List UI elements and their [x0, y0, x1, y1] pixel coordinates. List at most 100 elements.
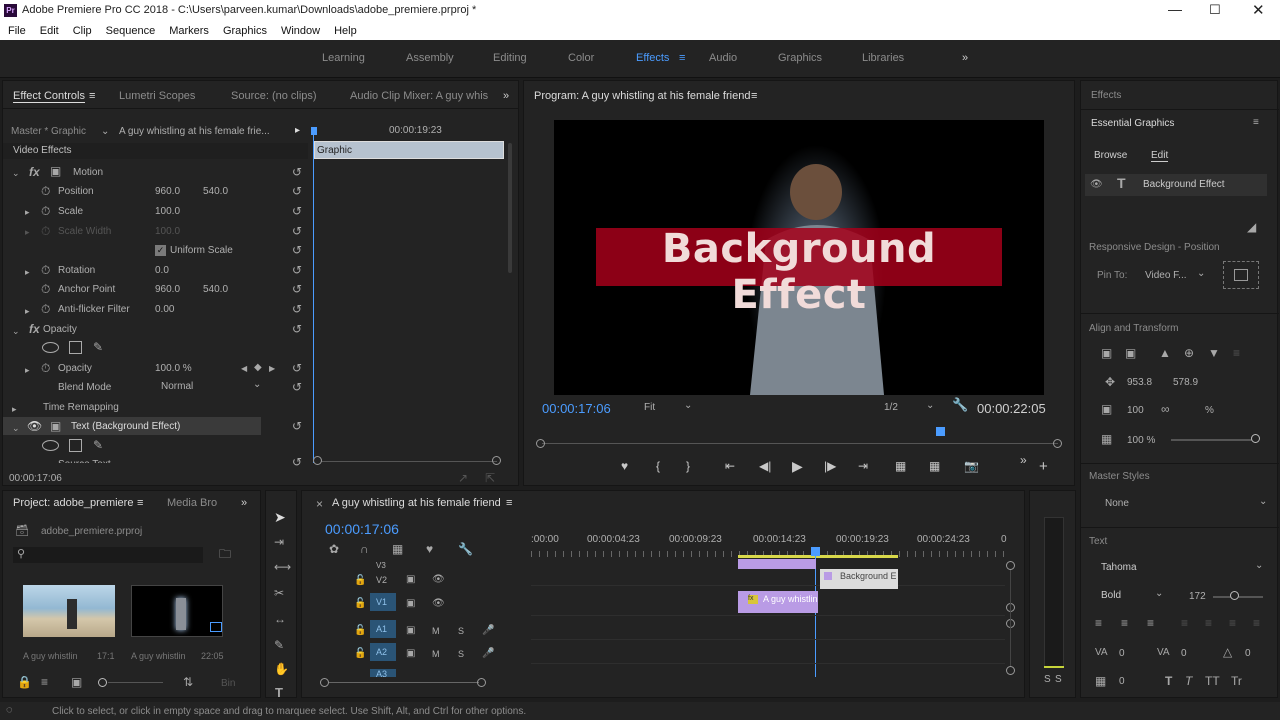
stopwatch-icon[interactable]: ⏱ [41, 303, 50, 315]
stopwatch-icon[interactable]: ⏱ [41, 264, 50, 276]
tab-edit[interactable]: Edit [1151, 150, 1169, 162]
distribute-icon[interactable]: ≡ [1233, 347, 1240, 359]
mark-out-icon[interactable]: } [686, 459, 690, 473]
reset-icon[interactable]: ↺ [292, 322, 302, 336]
reset-icon[interactable]: ↺ [292, 165, 302, 179]
v-scroll-handle[interactable] [1006, 561, 1015, 570]
close-icon[interactable]: × [316, 498, 323, 510]
menu-graphics[interactable]: Graphics [223, 25, 267, 37]
filter-icon[interactable]: ↗ [458, 472, 468, 484]
clip-thumbnail-1[interactable] [23, 585, 115, 637]
lock-icon[interactable]: 🔒 [17, 676, 32, 688]
menu-edit[interactable]: Edit [40, 25, 59, 37]
source-patch-a2[interactable]: A2 [370, 643, 396, 661]
rectangle-mask-icon[interactable] [69, 439, 82, 452]
sync-lock-icon[interactable]: ▣ [406, 574, 415, 586]
video-frame[interactable]: Background Effect [554, 120, 1044, 395]
extract-icon[interactable]: ▦ [929, 459, 940, 473]
solo-left[interactable]: S [1044, 674, 1051, 685]
track-label-v3[interactable]: V3 [376, 561, 386, 568]
font-size-slider-thumb[interactable] [1230, 591, 1239, 600]
sync-lock-icon[interactable]: ▣ [406, 625, 415, 637]
lock-icon[interactable]: 🔓 [354, 625, 366, 637]
menu-markers[interactable]: Markers [169, 25, 209, 37]
slip-tool-icon[interactable]: ↔ [274, 613, 286, 625]
expand-chevron-icon[interactable]: ⌄ [12, 422, 20, 434]
font-size-value[interactable]: 172 [1189, 591, 1206, 602]
stopwatch-icon[interactable]: ⏱ [41, 185, 50, 197]
reset-icon[interactable]: ↺ [292, 302, 302, 316]
reset-icon[interactable]: ↺ [292, 204, 302, 218]
mark-in-icon[interactable]: { [656, 459, 660, 473]
ellipse-mask-icon[interactable] [42, 440, 59, 451]
workspace-audio[interactable]: Audio [709, 52, 737, 64]
reset-icon[interactable]: ↺ [292, 263, 302, 277]
fx-icon[interactable]: fx [29, 323, 40, 335]
blend-mode-dropdown[interactable]: Normal ⌄ [157, 379, 265, 395]
position-y-value[interactable]: 578.9 [1173, 377, 1198, 388]
workspace-libraries[interactable]: Libraries [862, 52, 904, 64]
opacity-slider[interactable] [1171, 439, 1255, 441]
pen-mask-icon[interactable]: ✎ [93, 439, 103, 451]
expand-arrow-icon[interactable]: ▸ [25, 305, 30, 317]
menu-window[interactable]: Window [281, 25, 320, 37]
nest-icon[interactable]: ✿ [329, 543, 339, 555]
expand-arrow-icon[interactable]: ▸ [12, 403, 17, 415]
microphone-icon[interactable]: 🎤 [482, 625, 494, 637]
tab-project[interactable]: Project: adobe_premiere [13, 497, 133, 509]
link-icon[interactable]: ∞ [1161, 403, 1170, 415]
lock-icon[interactable]: 🔓 [354, 598, 366, 610]
stopwatch-icon[interactable]: ⏱ [41, 205, 50, 217]
clip-thumbnail-2[interactable] [131, 585, 223, 637]
project-menu-icon[interactable]: ≡ [137, 497, 143, 509]
font-dropdown[interactable]: Tahoma ⌄ [1097, 559, 1271, 577]
add-marker-icon[interactable]: ♥ [426, 543, 433, 555]
add-button-icon[interactable]: + [1039, 458, 1048, 475]
mute-button[interactable]: M [432, 649, 440, 659]
ellipse-mask-icon[interactable] [42, 342, 59, 353]
sync-lock-icon[interactable]: ▣ [406, 648, 415, 660]
tab-effect-controls[interactable]: Effect Controls [13, 90, 85, 103]
opacity-slider-thumb[interactable] [1251, 434, 1260, 443]
justify-left-icon[interactable]: ≡ [1181, 617, 1188, 629]
chevron-down-icon[interactable]: ⌄ [101, 126, 109, 137]
position-y-value[interactable]: 540.0 [203, 186, 228, 197]
next-keyframe-icon[interactable]: ▶ [269, 363, 275, 375]
timeline-h-scrollbar[interactable] [329, 682, 479, 683]
eye-icon[interactable]: 👁 [1090, 179, 1103, 191]
solo-right[interactable]: S [1055, 674, 1062, 685]
play-only-icon[interactable]: ▸ [295, 125, 300, 136]
align-left-icon[interactable]: ≡ [1095, 617, 1102, 629]
mute-button[interactable]: M [432, 626, 440, 636]
position-x-value[interactable]: 953.8 [1127, 377, 1152, 388]
transform-box-icon[interactable]: ▣ [50, 165, 61, 177]
align-center-icon[interactable]: ≡ [1121, 617, 1128, 629]
sequence-title[interactable]: A guy whistling at his female friend [332, 497, 501, 509]
anchor-y-value[interactable]: 540.0 [203, 284, 228, 295]
anchor-x-value[interactable]: 960.0 [155, 284, 180, 295]
go-to-out-icon[interactable]: ⇥ [858, 459, 868, 473]
bin-label[interactable]: Bin [221, 678, 235, 689]
reset-icon[interactable]: ↺ [292, 455, 302, 469]
scroll-handle-left[interactable] [320, 678, 329, 687]
effects-header[interactable]: Effects [1091, 90, 1121, 101]
list-view-icon[interactable]: ≡ [41, 676, 48, 688]
source-patch-a1[interactable]: A1 [370, 620, 396, 638]
essential-menu-icon[interactable]: ≡ [1253, 117, 1259, 128]
scale-value[interactable]: 100 [1127, 405, 1144, 416]
solo-button[interactable]: S [458, 649, 464, 659]
align-right-icon[interactable]: ≡ [1147, 617, 1154, 629]
fit-dropdown[interactable]: Fit ⌄ [642, 400, 700, 416]
step-back-icon[interactable]: ◀| [759, 459, 771, 473]
effect-zoom-scrollbar[interactable] [321, 461, 497, 462]
tab-source[interactable]: Source: (no clips) [231, 90, 317, 102]
v3-clip[interactable] [738, 559, 816, 569]
tab-media-browser[interactable]: Media Bro [167, 497, 217, 509]
expand-arrow-icon[interactable]: ▸ [25, 206, 30, 218]
program-scrubber[interactable] [542, 443, 1058, 444]
sync-lock-icon[interactable]: ▣ [406, 598, 415, 610]
opacity-value[interactable]: 100 % [1127, 435, 1155, 446]
razor-tool-icon[interactable]: ✂ [274, 587, 284, 599]
uniform-scale-checkbox[interactable]: ✓ [155, 245, 166, 256]
eye-icon[interactable]: 👁 [432, 598, 445, 610]
